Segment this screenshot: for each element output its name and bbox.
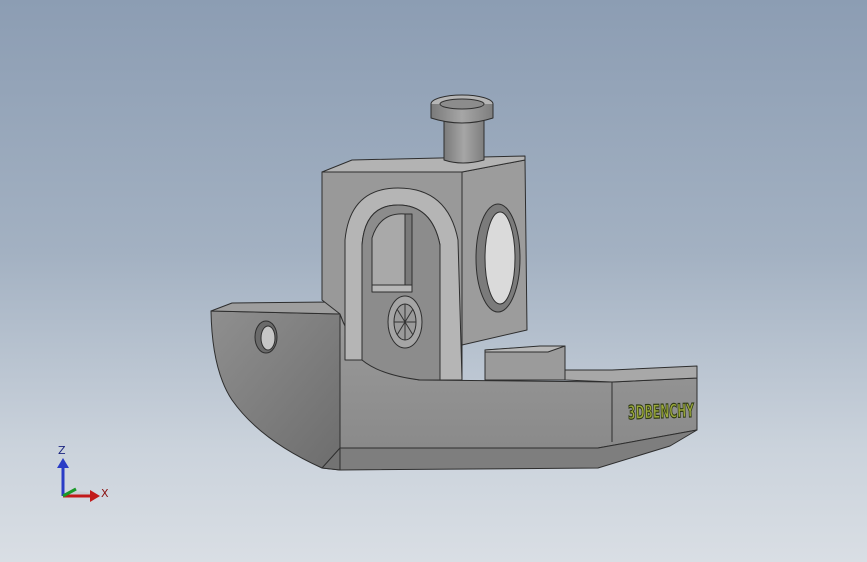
- svg-text:3DBENCHY: 3DBENCHY: [628, 400, 695, 424]
- z-axis-arrow: [57, 458, 69, 468]
- side-window-opening: [484, 211, 516, 305]
- inner-sill: [371, 284, 413, 293]
- chimney-opening: [439, 98, 485, 110]
- model-view[interactable]: 3DBENCHY Z X: [0, 0, 867, 562]
- benchy-model[interactable]: [210, 94, 698, 471]
- anchor-hole-inner: [260, 325, 276, 351]
- steering-spokes: [394, 304, 416, 340]
- axis-triad[interactable]: Z X: [57, 444, 109, 502]
- graphics-viewport[interactable]: 3DBENCHY Z X: [0, 0, 867, 562]
- chimney: [443, 119, 485, 164]
- x-axis-label: X: [101, 487, 109, 500]
- hull-lettering: 3DBENCHY: [627, 399, 695, 424]
- inner-frame: [404, 213, 413, 286]
- x-axis-arrow: [90, 490, 100, 502]
- z-axis-label: Z: [58, 444, 66, 457]
